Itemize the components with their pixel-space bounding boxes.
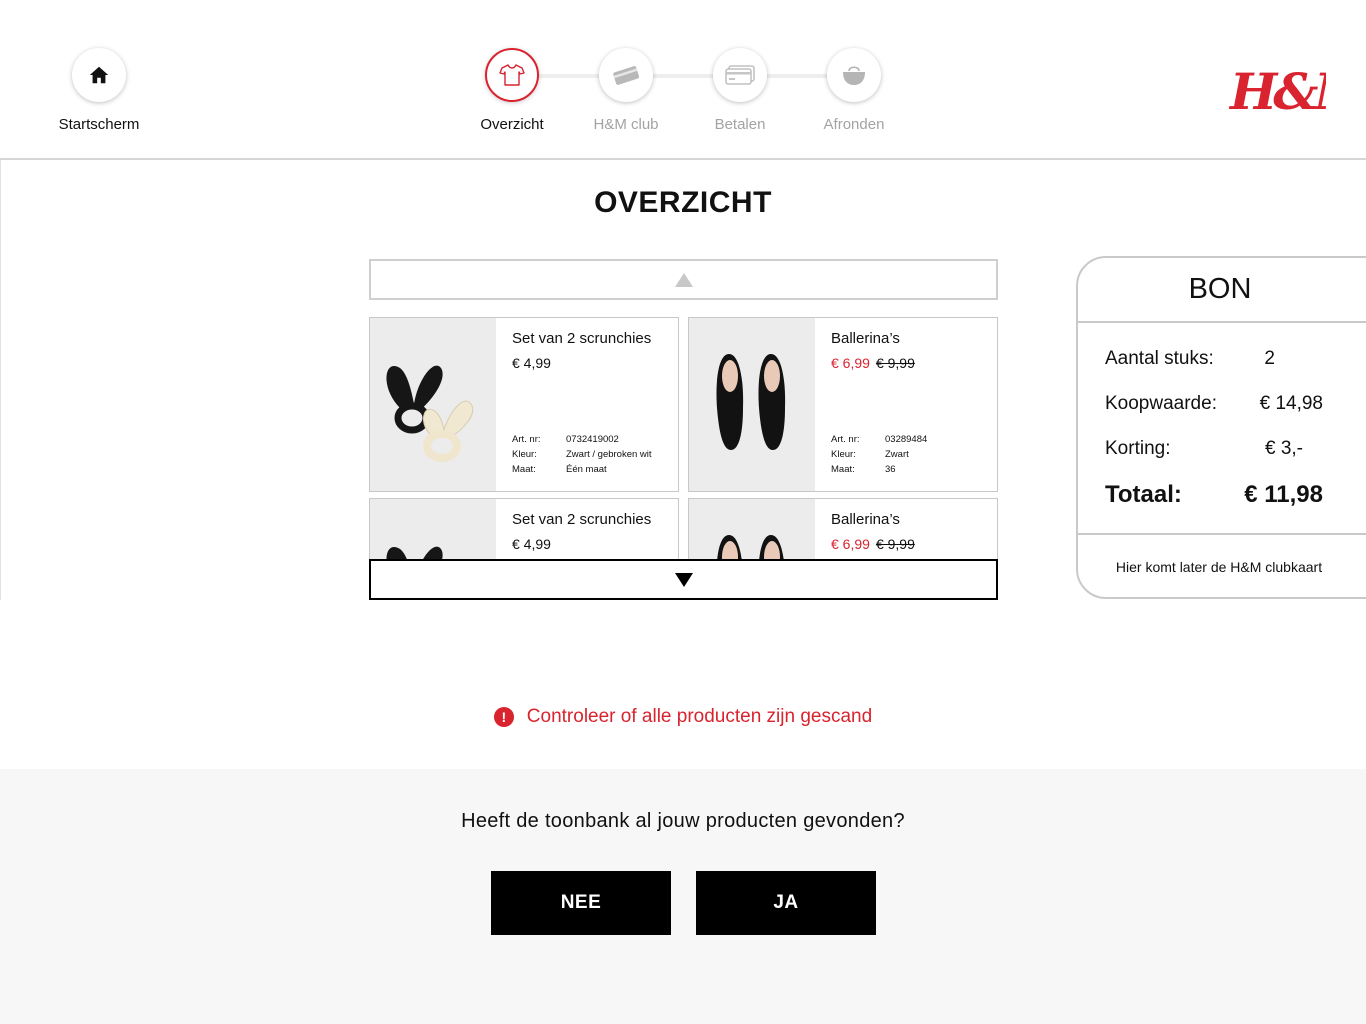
- yes-button[interactable]: JA: [696, 871, 876, 935]
- detail-value: Zwart: [885, 449, 909, 460]
- step-circle: [485, 48, 539, 102]
- detail-label: Maat:: [512, 464, 536, 475]
- product-image-scrunchies: [370, 318, 496, 491]
- bag-icon: [843, 66, 865, 85]
- product-card[interactable]: Ballerina’s € 6,99 € 9,99 Art. nr: 0328948…: [688, 317, 998, 492]
- receipt-club-note: Hier komt later de H&M clubkaart: [1115, 559, 1323, 575]
- receipt-row-count: Aantal stuks: 2: [1105, 348, 1323, 370]
- detail-value: Één maat: [566, 464, 607, 475]
- page-title: OVERZICHT: [594, 186, 772, 219]
- product-name: Ballerina’s: [831, 511, 900, 528]
- scroll-down-button[interactable]: [369, 559, 998, 600]
- product-details: Art. nr: 0732419002 Kleur: Zwart / gebroke…: [512, 432, 652, 477]
- detail-label: Kleur:: [831, 449, 856, 460]
- step-afronden[interactable]: Afronden: [797, 48, 911, 133]
- product-card[interactable]: Set van 2 scrunchies € 4,99 Art. nr: 0732…: [369, 317, 679, 492]
- step-circle: [827, 48, 881, 102]
- arrow-up-icon: [674, 272, 693, 287]
- payment-card-icon: [725, 65, 755, 85]
- tshirt-icon: [499, 64, 525, 86]
- header: Startscherm Overzicht H&M club Betalen A…: [0, 0, 1366, 160]
- detail-value: 03289484: [885, 434, 928, 445]
- product-sale-price: € 6,99: [831, 536, 870, 552]
- product-details: Art. nr: 03289484 Kleur: Zwart Maat: 36: [831, 432, 927, 477]
- detail-value: 0732419002: [566, 434, 619, 445]
- product-name: Ballerina’s: [831, 330, 900, 347]
- receipt-value: € 3,-: [1264, 438, 1303, 459]
- receipt-value: € 14,98: [1259, 393, 1323, 414]
- exclamation-icon: !: [493, 707, 514, 727]
- product-image-ballerinas: [689, 499, 815, 560]
- detail-label: Art. nr:: [831, 434, 860, 445]
- home-label: Startscherm: [58, 116, 140, 133]
- receipt-summary: Aantal stuks: 2 Koopwaarde: € 14,98 Kort…: [1078, 323, 1366, 535]
- receipt-label: Koopwaarde:: [1105, 393, 1217, 414]
- step-circle: [599, 48, 653, 102]
- step-overzicht[interactable]: Overzicht: [455, 48, 569, 133]
- hm-logo: H&M: [1228, 62, 1326, 121]
- progress-steps: Overzicht H&M club Betalen Afronden: [455, 48, 915, 138]
- product-price-block: € 6,99 € 9,99: [831, 536, 989, 552]
- product-image-ballerinas: [689, 318, 815, 491]
- receipt-total-value: € 11,98: [1244, 481, 1323, 508]
- warning-text: Controleer of alle producten zijn gescan…: [526, 706, 873, 727]
- product-price: € 4,99: [512, 536, 551, 552]
- receipt-row-total: Totaal: € 11,98: [1105, 481, 1323, 509]
- receipt-label: Aantal stuks:: [1105, 348, 1214, 369]
- product-card[interactable]: Set van 2 scrunchies € 4,99: [369, 498, 679, 560]
- confirmation-panel: Heeft de toonbank al jouw producten gevo…: [0, 769, 1366, 1024]
- no-button[interactable]: NEE: [491, 871, 671, 935]
- product-price-block: € 6,99 € 9,99: [831, 355, 989, 371]
- receipt-total-label: Totaal:: [1105, 481, 1182, 508]
- detail-label: Maat:: [831, 464, 855, 475]
- product-sale-price: € 6,99: [831, 355, 870, 371]
- step-label: Afronden: [823, 116, 885, 133]
- product-card[interactable]: Ballerina’s € 6,99 € 9,99: [688, 498, 998, 560]
- step-label: H&M club: [593, 116, 659, 133]
- receipt-value: 2: [1264, 348, 1275, 369]
- detail-label: Kleur:: [512, 449, 537, 460]
- home-icon-circle: [72, 48, 126, 102]
- home-button[interactable]: Startscherm: [48, 48, 150, 133]
- receipt-label: Korting:: [1105, 438, 1171, 459]
- product-list[interactable]: Set van 2 scrunchies € 4,99 Art. nr: 0732…: [369, 317, 998, 560]
- detail-value: Zwart / gebroken wit: [566, 449, 652, 460]
- step-hm-club[interactable]: H&M club: [569, 48, 683, 133]
- arrow-down-icon: [674, 572, 693, 587]
- receipt-row-discount: Korting: € 3,-: [1105, 438, 1323, 460]
- checkout-page: Startscherm Overzicht H&M club Betalen A…: [0, 0, 1366, 1024]
- product-info: Ballerina’s € 6,99 € 9,99: [831, 511, 989, 552]
- product-old-price: € 9,99: [875, 355, 915, 371]
- product-image-scrunchies: [370, 499, 496, 560]
- scroll-up-button[interactable]: [369, 259, 998, 300]
- svg-text:H&M: H&M: [1228, 62, 1326, 121]
- detail-value: 36: [885, 464, 896, 475]
- receipt-panel: BON Aantal stuks: 2 Koopwaarde: € 14,98 …: [1076, 256, 1366, 599]
- step-betalen[interactable]: Betalen: [683, 48, 797, 133]
- receipt-row-value: Koopwaarde: € 14,98: [1105, 393, 1323, 415]
- confirmation-question: Heeft de toonbank al jouw producten gevo…: [461, 810, 905, 832]
- step-label: Overzicht: [480, 116, 544, 133]
- product-info: Set van 2 scrunchies € 4,99: [512, 330, 670, 371]
- product-info: Ballerina’s € 6,99 € 9,99: [831, 330, 989, 371]
- detail-label: Art. nr:: [512, 434, 541, 445]
- home-icon: [89, 66, 109, 84]
- product-name: Set van 2 scrunchies: [512, 330, 652, 347]
- step-circle: [713, 48, 767, 102]
- scan-warning: ! Controleer of alle producten zijn gesc…: [0, 706, 1366, 728]
- product-info: Set van 2 scrunchies € 4,99: [512, 511, 670, 552]
- product-old-price: € 9,99: [875, 536, 915, 552]
- receipt-title: BON: [1078, 258, 1366, 323]
- product-name: Set van 2 scrunchies: [512, 511, 652, 528]
- club-card-icon: [613, 66, 640, 85]
- step-label: Betalen: [714, 116, 766, 133]
- product-price: € 4,99: [512, 355, 551, 371]
